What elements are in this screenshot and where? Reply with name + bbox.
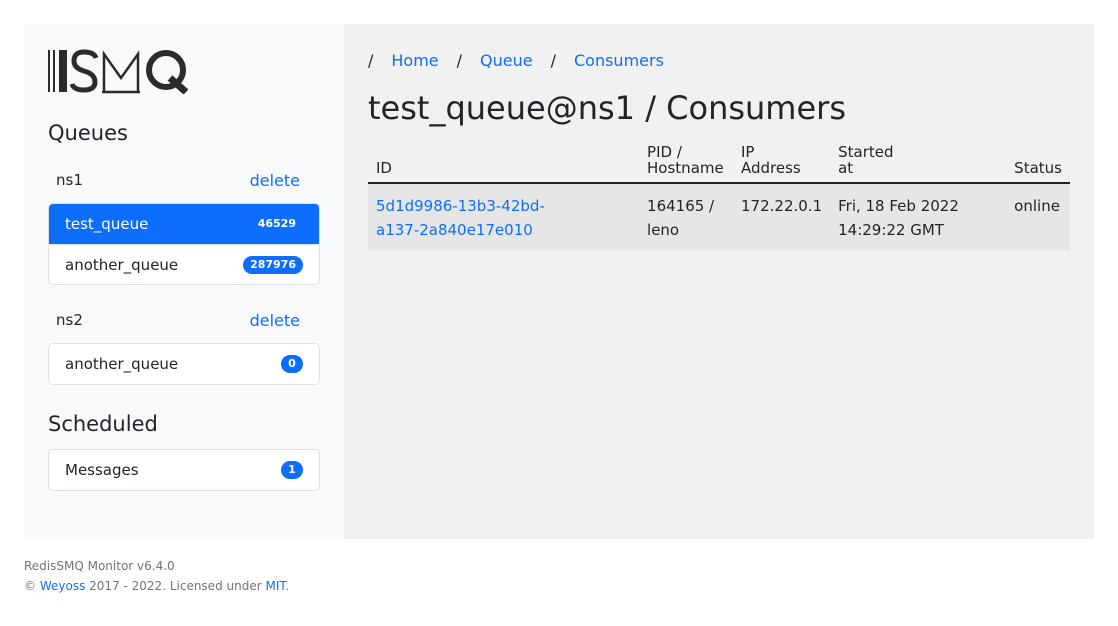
footer-suffix: . — [285, 579, 290, 593]
table-header-row: ID PID / Hostname IP Address Started at … — [368, 143, 1070, 184]
cell-status: online — [1006, 183, 1070, 250]
footer-copyright: © Weyoss 2017 - 2022. Licensed under MIT… — [24, 576, 289, 596]
table-row: 5d1d9986-13b3-42bd-a137-2a840e17e010 164… — [368, 183, 1070, 250]
footer-version: RedisSMQ Monitor v6.4.0 — [24, 559, 175, 573]
breadcrumb: / Home / Queue / Consumers — [368, 48, 1070, 72]
queues-heading: Queues — [48, 121, 128, 145]
started-time: 14:29:22 GMT — [838, 221, 944, 239]
footer: RedisSMQ Monitor v6.4.0 © Weyoss 2017 - … — [24, 556, 289, 596]
scheduled-item-messages[interactable]: Messages 1 — [49, 450, 319, 490]
breadcrumb-home-link[interactable]: Home — [391, 51, 438, 70]
delete-namespace-ns2-link[interactable]: delete — [250, 311, 300, 330]
queue-list-ns2: another_queue 0 — [48, 343, 320, 385]
namespace-name: ns2 — [56, 311, 83, 329]
queue-name: test_queue — [65, 215, 149, 233]
breadcrumb-queue-link[interactable]: Queue — [480, 51, 533, 70]
namespace-header-ns2: ns2 delete — [48, 309, 320, 331]
column-header-pid: PID / Hostname — [639, 143, 733, 184]
queue-item-another-queue[interactable]: another_queue 287976 — [49, 244, 319, 284]
column-header-started: Started at — [830, 143, 1007, 184]
column-header-pid-line2: Hostname — [647, 159, 724, 177]
column-header-started-line2: at — [838, 159, 854, 177]
queue-count-badge: 46529 — [250, 215, 303, 233]
consumer-id-link[interactable]: 5d1d9986-13b3-42bd-a137-2a840e17e010 — [376, 197, 545, 239]
namespace-header-ns1: ns1 delete — [48, 169, 320, 191]
copyright-years: 2017 - 2022. Licensed under — [89, 579, 262, 593]
hostname-value: leno — [647, 221, 680, 239]
main-content: / Home / Queue / Consumers test_queue@ns… — [344, 24, 1094, 539]
column-header-ip-line2: Address — [741, 159, 801, 177]
column-header-status: Status — [1006, 143, 1070, 184]
app-container: Queues ns1 delete test_queue 46529 anoth… — [24, 24, 1094, 539]
copyright-symbol: © — [24, 579, 36, 593]
breadcrumb-separator: / — [368, 50, 374, 70]
pid-value: 164165 / — [647, 197, 715, 215]
breadcrumb-consumers-link[interactable]: Consumers — [574, 51, 664, 70]
rsmq-logo[interactable] — [48, 48, 188, 94]
scheduled-heading: Scheduled — [48, 412, 158, 436]
sidebar: Queues ns1 delete test_queue 46529 anoth… — [24, 24, 344, 539]
queue-name: another_queue — [65, 255, 179, 274]
scheduled-list: Messages 1 — [48, 449, 320, 491]
cell-consumer-id: 5d1d9986-13b3-42bd-a137-2a840e17e010 — [368, 183, 640, 250]
scheduled-count-badge: 1 — [281, 461, 303, 479]
cell-pid-hostname: 164165 / leno — [639, 183, 733, 250]
queue-item-another-queue-ns2[interactable]: another_queue 0 — [49, 344, 319, 384]
breadcrumb-separator: / — [456, 50, 463, 70]
cell-ip-address: 172.22.0.1 — [733, 183, 831, 250]
queue-count-badge: 287976 — [243, 255, 303, 274]
queue-item-test-queue[interactable]: test_queue 46529 — [49, 204, 319, 244]
cell-started-at: Fri, 18 Feb 2022 14:29:22 GMT — [830, 183, 1007, 250]
license-link[interactable]: MIT — [265, 579, 285, 593]
breadcrumb-separator: / — [550, 50, 556, 70]
queue-list-ns1: test_queue 46529 another_queue 287976 — [48, 203, 320, 285]
column-header-ip: IP Address — [733, 143, 831, 184]
consumers-table: ID PID / Hostname IP Address Started at … — [368, 143, 1070, 250]
queue-name: another_queue — [65, 355, 179, 373]
started-date: Fri, 18 Feb 2022 — [838, 197, 959, 215]
queue-count-badge: 0 — [281, 355, 303, 373]
page-title: test_queue@ns1 / Consumers — [368, 89, 846, 127]
delete-namespace-ns1-link[interactable]: delete — [250, 171, 300, 190]
author-link[interactable]: Weyoss — [40, 579, 86, 593]
scheduled-name: Messages — [65, 461, 139, 479]
namespace-name: ns1 — [56, 171, 83, 189]
column-header-id: ID — [368, 143, 640, 184]
